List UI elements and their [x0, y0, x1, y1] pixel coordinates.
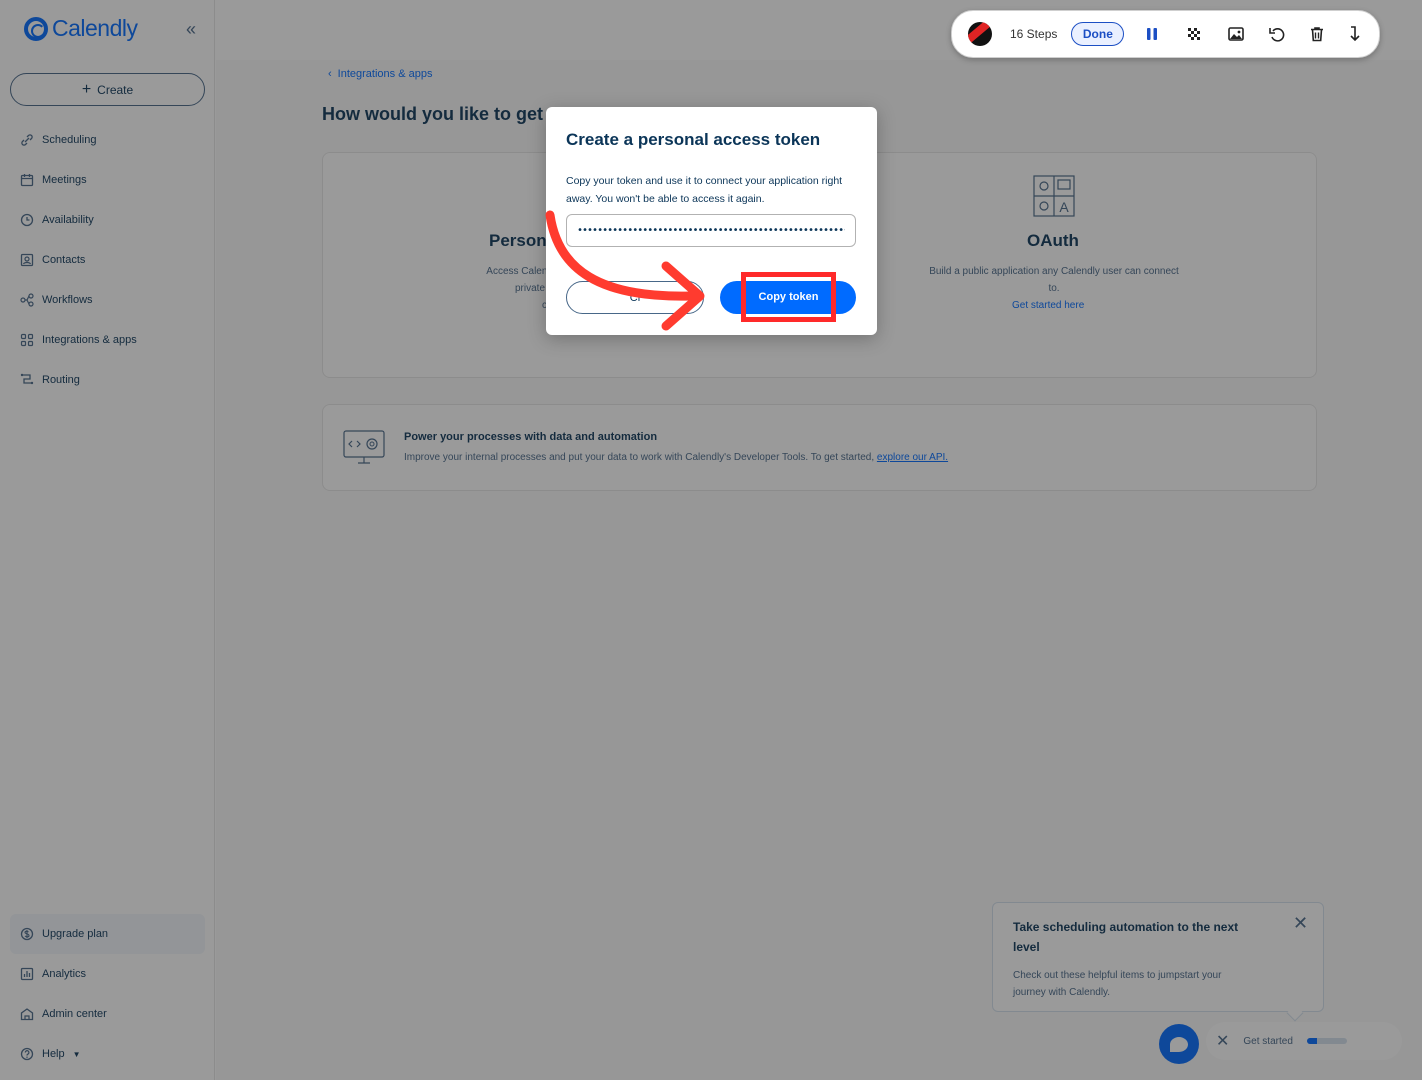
- pause-icon[interactable]: [1142, 24, 1162, 44]
- modal-description: Copy your token and use it to connect yo…: [566, 175, 843, 205]
- tutorial-arrow-icon: [545, 210, 705, 331]
- trash-icon[interactable]: [1307, 24, 1327, 44]
- undo-icon[interactable]: [1267, 24, 1287, 44]
- blur-icon[interactable]: [1184, 24, 1204, 44]
- recorder-steps-count: 16 Steps: [1010, 27, 1058, 41]
- insert-step-icon[interactable]: [1345, 24, 1365, 44]
- copy-token-label[interactable]: Copy token: [751, 282, 826, 312]
- recorder-done-button[interactable]: Done: [1071, 22, 1125, 46]
- recorder-toolbar: 16 Steps Done: [951, 10, 1380, 58]
- image-icon[interactable]: [1226, 24, 1246, 44]
- modal-title: Create a personal access token: [566, 130, 821, 149]
- recorder-logo-icon: [968, 22, 992, 46]
